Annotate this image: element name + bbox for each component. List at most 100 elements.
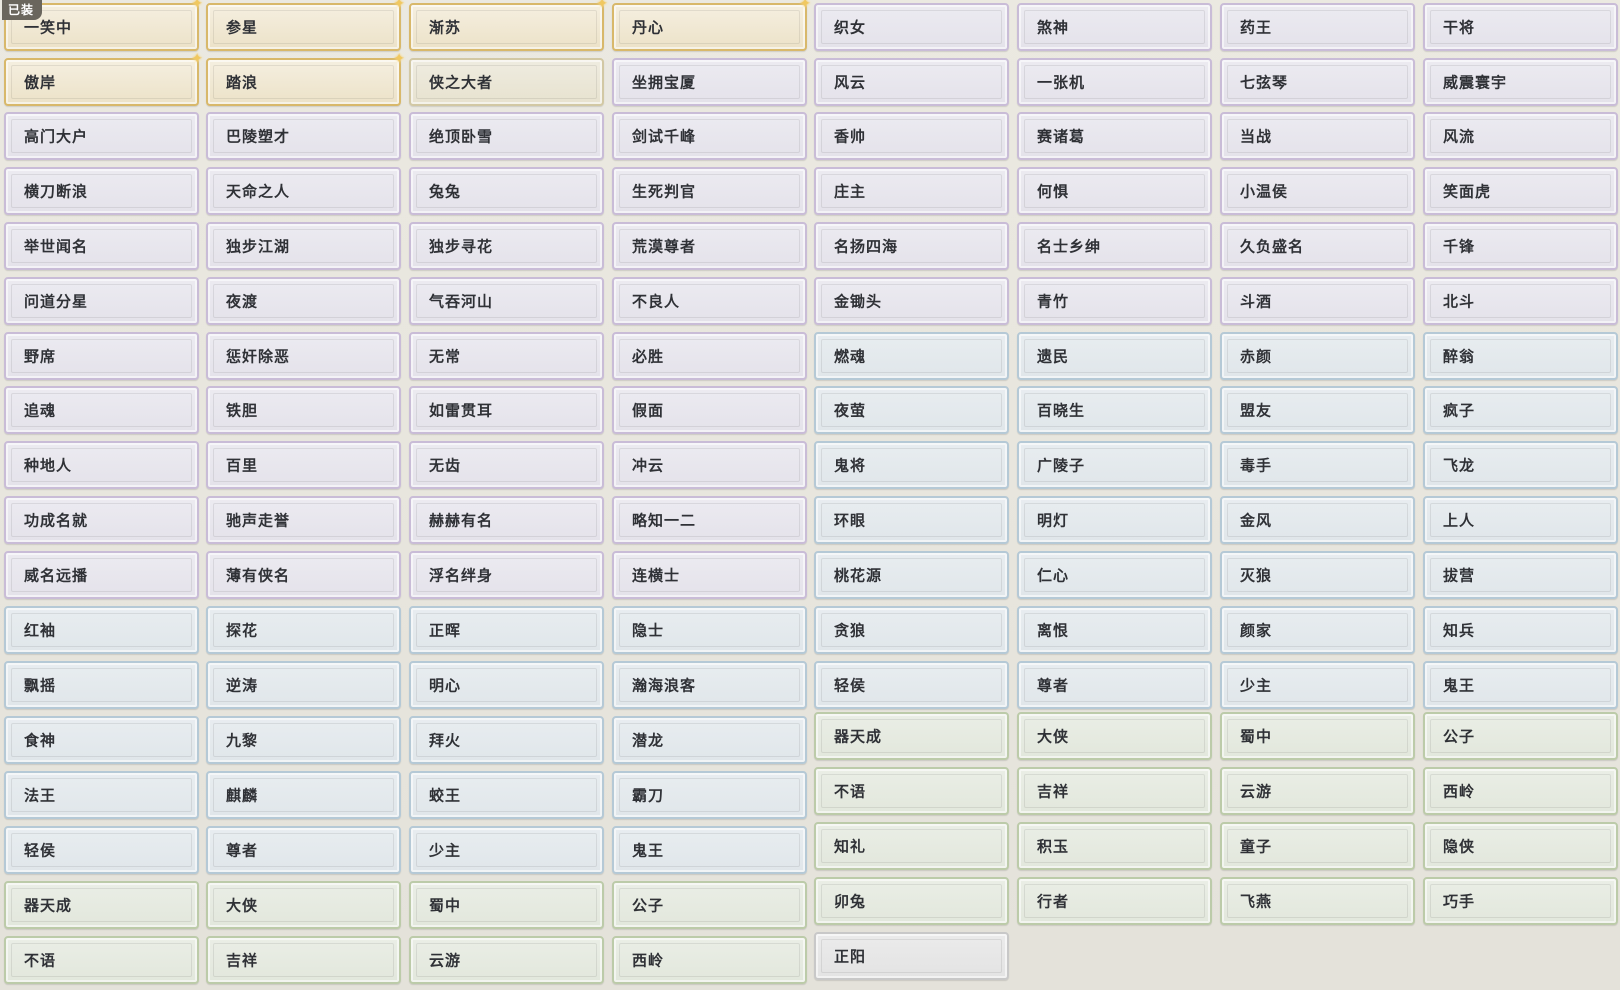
title-tile[interactable]: 不语 <box>4 936 199 984</box>
title-tile[interactable]: 干将 <box>1423 3 1618 51</box>
title-tile[interactable]: 广陵子 <box>1017 441 1212 489</box>
title-tile[interactable]: 上人 <box>1423 496 1618 544</box>
title-tile[interactable]: 巴陵塑才 <box>206 112 401 160</box>
title-tile[interactable]: 隐士 <box>612 606 807 654</box>
title-tile[interactable]: 渐苏 ✦ <box>409 0 608 51</box>
title-tile[interactable]: 兔兔 <box>409 167 604 215</box>
title-tile[interactable]: 威名远播 <box>4 551 199 599</box>
title-tile[interactable]: 轻侯 <box>4 826 199 874</box>
title-tile[interactable]: 千锋 <box>1423 222 1618 270</box>
title-tile[interactable]: 颜家 <box>1220 606 1415 654</box>
title-tile[interactable]: 知礼 <box>814 822 1009 870</box>
title-tile[interactable]: 风云 <box>814 58 1009 106</box>
title-tile[interactable]: 踏浪 ✦ <box>206 52 405 106</box>
title-tile[interactable]: 潜龙 <box>612 716 807 764</box>
title-tile[interactable]: 名士乡绅 <box>1017 222 1212 270</box>
title-tile[interactable]: 拜火 <box>409 716 604 764</box>
title-tile[interactable]: 参星 ✦ <box>206 0 405 51</box>
title-tile[interactable]: 驰声走誉 <box>206 496 401 544</box>
title-tile[interactable]: 食神 <box>4 716 199 764</box>
title-tile[interactable]: 红袖 <box>4 606 199 654</box>
title-tile[interactable]: 香帅 <box>814 112 1009 160</box>
title-tile[interactable]: 贪狼 <box>814 606 1009 654</box>
title-tile[interactable]: 庄主 <box>814 167 1009 215</box>
title-tile[interactable]: 独步江湖 <box>206 222 401 270</box>
title-tile[interactable]: 举世闻名 <box>4 222 199 270</box>
title-tile[interactable]: 飞龙 <box>1423 441 1618 489</box>
title-tile[interactable]: 飘摇 <box>4 661 199 709</box>
title-tile[interactable]: 名扬四海 <box>814 222 1009 270</box>
title-tile[interactable]: 尊者 <box>206 826 401 874</box>
title-tile[interactable]: 大侠 <box>1017 712 1212 760</box>
title-tile[interactable]: 荒漠尊者 <box>612 222 807 270</box>
title-tile[interactable]: 霸刀 <box>612 771 807 819</box>
title-tile[interactable]: 离恨 <box>1017 606 1212 654</box>
title-tile[interactable]: 赛诸葛 <box>1017 112 1212 160</box>
title-tile[interactable]: 燃魂 <box>814 332 1009 380</box>
title-tile[interactable]: 法王 <box>4 771 199 819</box>
title-tile[interactable]: 鬼王 <box>612 826 807 874</box>
title-tile[interactable]: 探花 <box>206 606 401 654</box>
title-tile[interactable]: 惩奸除恶 <box>206 332 401 380</box>
title-tile[interactable]: 卯兔 <box>814 877 1009 925</box>
title-tile[interactable]: 连横士 <box>612 551 807 599</box>
title-tile[interactable]: 药王 <box>1220 3 1415 51</box>
title-tile[interactable]: 公子 <box>612 881 807 929</box>
title-tile[interactable]: 积玉 <box>1017 822 1212 870</box>
title-tile[interactable]: 行者 <box>1017 877 1212 925</box>
title-tile[interactable]: 略知一二 <box>612 496 807 544</box>
title-tile[interactable]: 知兵 <box>1423 606 1618 654</box>
title-tile[interactable]: 仁心 <box>1017 551 1212 599</box>
title-tile[interactable]: 丹心 ✦ <box>612 0 811 51</box>
title-tile[interactable]: 环眼 <box>814 496 1009 544</box>
title-tile[interactable]: 毒手 <box>1220 441 1415 489</box>
title-tile[interactable]: 独步寻花 <box>409 222 604 270</box>
title-tile[interactable]: 金风 <box>1220 496 1415 544</box>
title-tile[interactable]: 无常 <box>409 332 604 380</box>
title-tile[interactable]: 薄有侠名 <box>206 551 401 599</box>
title-tile[interactable]: 天命之人 <box>206 167 401 215</box>
title-tile[interactable]: 公子 <box>1423 712 1618 760</box>
title-tile[interactable]: 吉祥 <box>206 936 401 984</box>
title-tile[interactable]: 追魂 <box>4 386 199 434</box>
title-tile[interactable]: 傲岸 ✦ <box>4 52 203 106</box>
title-tile[interactable]: 如雷贯耳 <box>409 386 604 434</box>
title-tile[interactable]: 横刀断浪 <box>4 167 199 215</box>
title-tile[interactable]: 生死判官 <box>612 167 807 215</box>
title-tile[interactable]: 种地人 <box>4 441 199 489</box>
title-tile[interactable]: 盟友 <box>1220 386 1415 434</box>
title-tile[interactable]: 蜀中 <box>409 881 604 929</box>
title-tile[interactable]: 尊者 <box>1017 661 1212 709</box>
title-tile[interactable]: 一张机 <box>1017 58 1212 106</box>
title-tile[interactable]: 童子 <box>1220 822 1415 870</box>
title-tile[interactable]: 正晖 <box>409 606 604 654</box>
title-tile[interactable]: 夜渡 <box>206 277 401 325</box>
title-tile[interactable]: 不良人 <box>612 277 807 325</box>
title-tile[interactable]: 隐侠 <box>1423 822 1618 870</box>
title-tile[interactable]: 飞燕 <box>1220 877 1415 925</box>
title-tile[interactable]: 高门大户 <box>4 112 199 160</box>
title-tile[interactable]: 少主 <box>1220 661 1415 709</box>
title-tile[interactable]: 赤颜 <box>1220 332 1415 380</box>
title-tile[interactable]: 久负盛名 <box>1220 222 1415 270</box>
title-tile[interactable]: 拔营 <box>1423 551 1618 599</box>
title-tile[interactable]: 百里 <box>206 441 401 489</box>
title-tile[interactable]: 七弦琴 <box>1220 58 1415 106</box>
title-tile[interactable]: 器天成 <box>814 712 1009 760</box>
title-tile[interactable]: 蛟王 <box>409 771 604 819</box>
title-tile[interactable]: 侠之大者 <box>409 58 604 106</box>
title-tile[interactable]: 西岭 <box>1423 767 1618 815</box>
title-tile[interactable]: 野席 <box>4 332 199 380</box>
title-tile[interactable]: 青竹 <box>1017 277 1212 325</box>
title-tile[interactable]: 逆涛 <box>206 661 401 709</box>
title-tile[interactable]: 灭狼 <box>1220 551 1415 599</box>
title-tile[interactable]: 百晓生 <box>1017 386 1212 434</box>
title-tile[interactable]: 绝顶卧雪 <box>409 112 604 160</box>
title-tile[interactable]: 鬼将 <box>814 441 1009 489</box>
title-tile[interactable]: 织女 <box>814 3 1009 51</box>
title-tile[interactable]: 醉翁 <box>1423 332 1618 380</box>
title-tile[interactable]: 金锄头 <box>814 277 1009 325</box>
title-tile[interactable]: 轻侯 <box>814 661 1009 709</box>
title-tile[interactable]: 吉祥 <box>1017 767 1212 815</box>
title-tile[interactable]: 假面 <box>612 386 807 434</box>
